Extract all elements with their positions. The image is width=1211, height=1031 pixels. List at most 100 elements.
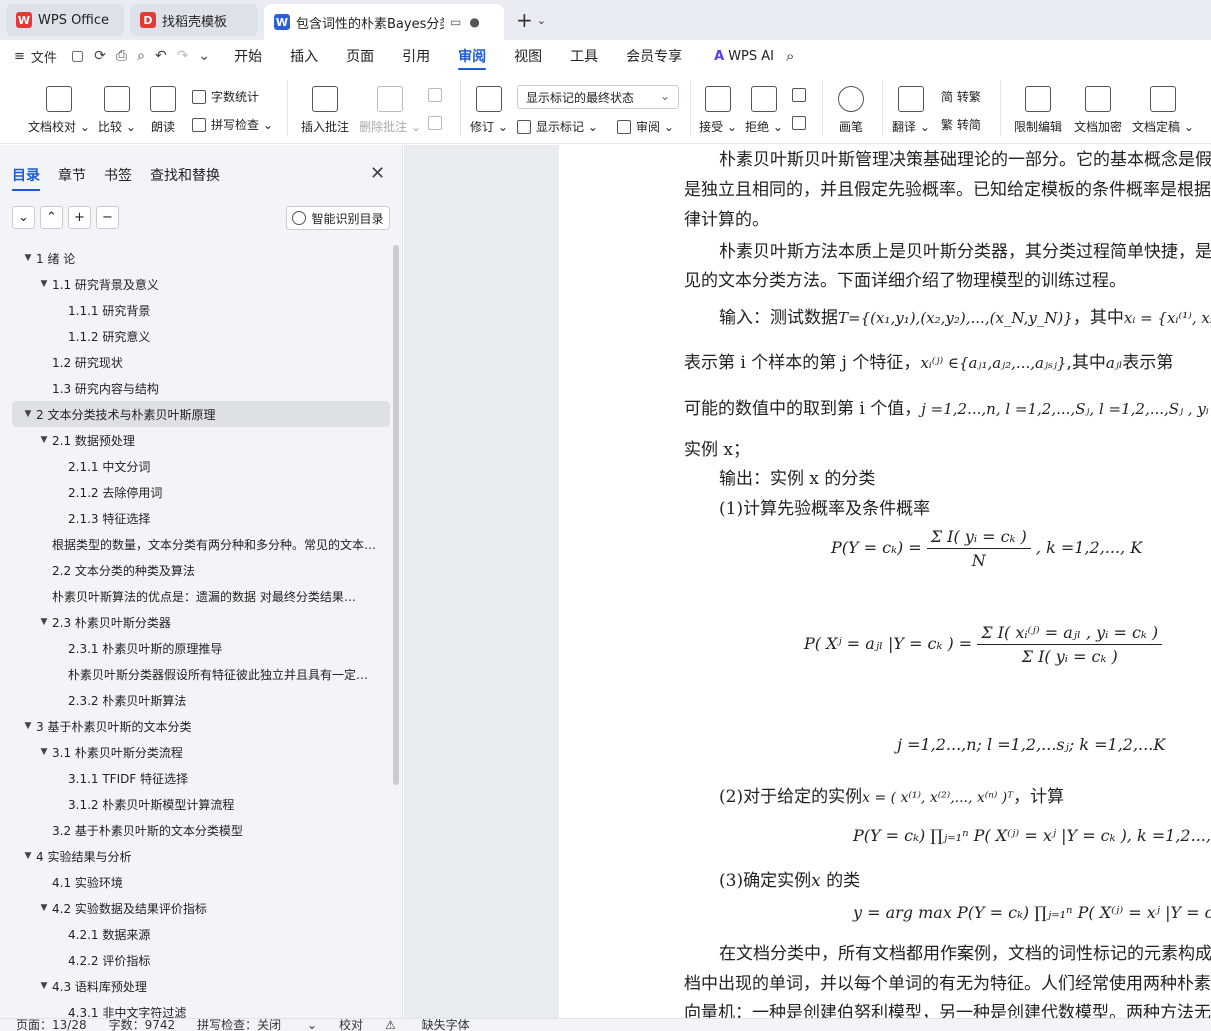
toc-item[interactable]: 4.1 实验环境 (12, 869, 390, 895)
expand-toggle-icon[interactable]: ▼ (36, 903, 52, 913)
expand-toggle-icon[interactable]: ▼ (36, 747, 52, 757)
tab-insert[interactable]: 插入 (290, 40, 318, 72)
expand-toggle-icon[interactable]: ▼ (36, 279, 52, 289)
print-preview-icon[interactable]: ⌕ (137, 48, 145, 64)
toc-item[interactable]: 1.2 研究现状 (12, 349, 390, 375)
toc-item[interactable]: ▼ 2.1 数据预处理 (12, 427, 390, 453)
undo-icon[interactable]: ↶ (155, 48, 167, 64)
chevron-down-icon[interactable]: ⌄ (198, 48, 210, 64)
toc-item[interactable]: 4.2.2 评价指标 (12, 947, 390, 973)
nav-tab-find-replace[interactable]: 查找和替换 (150, 165, 220, 185)
remove-level-button[interactable]: − (96, 206, 119, 229)
toc-item[interactable]: 2.3.2 朴素贝叶斯算法 (12, 687, 390, 713)
expand-toggle-icon[interactable]: ▼ (20, 721, 36, 731)
close-icon[interactable]: ✕ (370, 163, 385, 184)
monitor-icon[interactable]: ▭ (450, 15, 461, 29)
nav-tab-toc[interactable]: 目录 (12, 165, 40, 191)
toc-item[interactable]: 朴素贝叶斯算法的优点是：遗漏的数据 对最终分类结果… (12, 583, 390, 609)
toc-item[interactable]: ▼ 4.2 实验数据及结果评价指标 (12, 895, 390, 921)
toc-item[interactable]: ▼ 1.1 研究背景及意义 (12, 271, 390, 297)
redo-icon[interactable]: ↷ (177, 48, 189, 64)
tab-page[interactable]: 页面 (346, 40, 374, 72)
doc-check-button[interactable]: 文档校对 ⌄ (28, 72, 90, 144)
proof-indicator[interactable]: 校对 (339, 1019, 363, 1031)
toc-item[interactable]: 2.3.1 朴素贝叶斯的原理推导 (12, 635, 390, 661)
toc-item[interactable]: 4.2.1 数据来源 (12, 921, 390, 947)
tab-docer[interactable]: D 找稻壳模板 (130, 4, 258, 36)
encrypt-button[interactable]: 文档加密 (1072, 72, 1124, 144)
toc-item[interactable]: 2.1.1 中文分词 (12, 453, 390, 479)
search-icon[interactable]: ⌕ (786, 47, 794, 65)
word-count-indicator[interactable]: 字数：9742 (109, 1019, 176, 1031)
spell-check-indicator[interactable]: 拼写检查：关闭 ⌄ (197, 1019, 317, 1031)
toc-item[interactable]: 2.1.3 特征选择 (12, 505, 390, 531)
to-simplified-button[interactable]: 繁 转简 (941, 116, 981, 133)
toc-item[interactable]: ▼ 3.1 朴素贝叶斯分类流程 (12, 739, 390, 765)
smart-toc-button[interactable]: 智能识别目录 (286, 206, 390, 230)
toc-scrollbar[interactable] (393, 245, 399, 785)
expand-toggle-icon[interactable]: ▼ (36, 435, 52, 445)
print-icon[interactable]: ⎙ (116, 48, 127, 64)
pen-button[interactable]: 画笔 (836, 72, 866, 144)
expand-down-button[interactable]: ⌄ (12, 206, 35, 229)
insert-comment-button[interactable]: 插入批注 (300, 72, 350, 144)
prev-comment-button[interactable] (428, 88, 447, 102)
tab-document[interactable]: W 包含词性的朴素Bayes分类在文 ▭ ● (264, 4, 504, 40)
prev-change-button[interactable] (792, 88, 811, 102)
accept-button[interactable]: 接受 ⌄ (699, 72, 737, 144)
restrict-edit-button[interactable]: 限制编辑 (1012, 72, 1064, 144)
tab-view[interactable]: 视图 (514, 40, 542, 72)
page-indicator[interactable]: 页面：13/28 (16, 1019, 87, 1031)
show-markup-button[interactable]: 显示标记 ⌄ (517, 118, 598, 135)
tab-wps-office[interactable]: W WPS Office (6, 4, 124, 36)
toc-item[interactable]: ▼ 1 绪 论 (12, 245, 390, 271)
track-changes-button[interactable]: 修订 ⌄ (470, 72, 508, 144)
tab-review[interactable]: 审阅 (458, 40, 487, 72)
missing-font-indicator[interactable]: ⚠ 缺失字体 (385, 1019, 492, 1031)
add-level-button[interactable]: + (68, 206, 91, 229)
review-pane-button[interactable]: 审阅 ⌄ (617, 118, 674, 135)
toc-item[interactable]: 朴素贝叶斯分类器假设所有特征彼此独立并且具有一定… (12, 661, 390, 687)
tab-reference[interactable]: 引用 (402, 40, 430, 72)
toc-item[interactable]: 3.1.1 TFIDF 特征选择 (12, 765, 390, 791)
expand-toggle-icon[interactable]: ▼ (20, 851, 36, 861)
toc-item[interactable]: ▼ 2.3 朴素贝叶斯分类器 (12, 609, 390, 635)
expand-toggle-icon[interactable]: ▼ (20, 253, 36, 263)
delete-comment-button[interactable]: 删除批注 ⌄ (359, 72, 421, 144)
toc-item[interactable]: 3.2 基于朴素贝叶斯的文本分类模型 (12, 817, 390, 843)
toc-item[interactable]: ▼ 3 基于朴素贝叶斯的文本分类 (12, 713, 390, 739)
toc-item[interactable]: 4.3.1 非中文字符过滤 (12, 999, 390, 1019)
read-aloud-button[interactable]: 朗读 (148, 72, 178, 144)
toc-item[interactable]: 1.1.1 研究背景 (12, 297, 390, 323)
wps-ai-button[interactable]: A WPS AI ⌕ (714, 47, 794, 65)
share-icon[interactable]: ⟳ (94, 48, 106, 64)
expand-toggle-icon[interactable]: ▼ (20, 409, 36, 419)
expand-toggle-icon[interactable]: ▼ (36, 617, 52, 627)
spell-check-button[interactable]: 拼写检查 ⌄ (192, 116, 273, 133)
new-tab-button[interactable]: + ⌄ (510, 4, 552, 36)
toc-item[interactable]: ▼ 4.3 语料库预处理 (12, 973, 390, 999)
collapse-up-button[interactable]: ⌃ (40, 206, 63, 229)
nav-tab-bookmarks[interactable]: 书签 (104, 165, 132, 185)
next-comment-button[interactable] (428, 116, 447, 130)
toc-item[interactable]: 2.2 文本分类的种类及算法 (12, 557, 390, 583)
tab-tools[interactable]: 工具 (570, 40, 598, 72)
toc-item[interactable]: ▼ 4 实验结果与分析 (12, 843, 390, 869)
to-traditional-button[interactable]: 简 转繁 (941, 88, 981, 105)
file-menu[interactable]: ≡ 文件 (14, 47, 57, 66)
document-page[interactable]: 朴素贝叶斯贝叶斯管理决策基础理论的一部分。它的基本概念是假 是独立且相同的，并且… (559, 145, 1211, 1018)
finalize-button[interactable]: 文档定稿 ⌄ (1132, 72, 1194, 144)
reject-button[interactable]: 拒绝 ⌄ (745, 72, 783, 144)
save-icon[interactable]: ▢ (71, 48, 84, 64)
tab-member[interactable]: 会员专享 (626, 40, 682, 72)
next-change-button[interactable] (792, 116, 811, 130)
toc-item[interactable]: 1.3 研究内容与结构 (12, 375, 390, 401)
markup-mode-select[interactable]: 显示标记的最终状态 ⌄ (517, 85, 679, 109)
tab-start[interactable]: 开始 (234, 40, 262, 72)
toc-item[interactable]: 2.1.2 去除停用词 (12, 479, 390, 505)
compare-button[interactable]: 比较 ⌄ (98, 72, 136, 144)
word-count-button[interactable]: 字数统计 (192, 88, 259, 105)
close-dot-icon[interactable]: ● (469, 15, 479, 29)
translate-button[interactable]: 翻译 ⌄ (892, 72, 930, 144)
toc-item[interactable]: 1.1.2 研究意义 (12, 323, 390, 349)
